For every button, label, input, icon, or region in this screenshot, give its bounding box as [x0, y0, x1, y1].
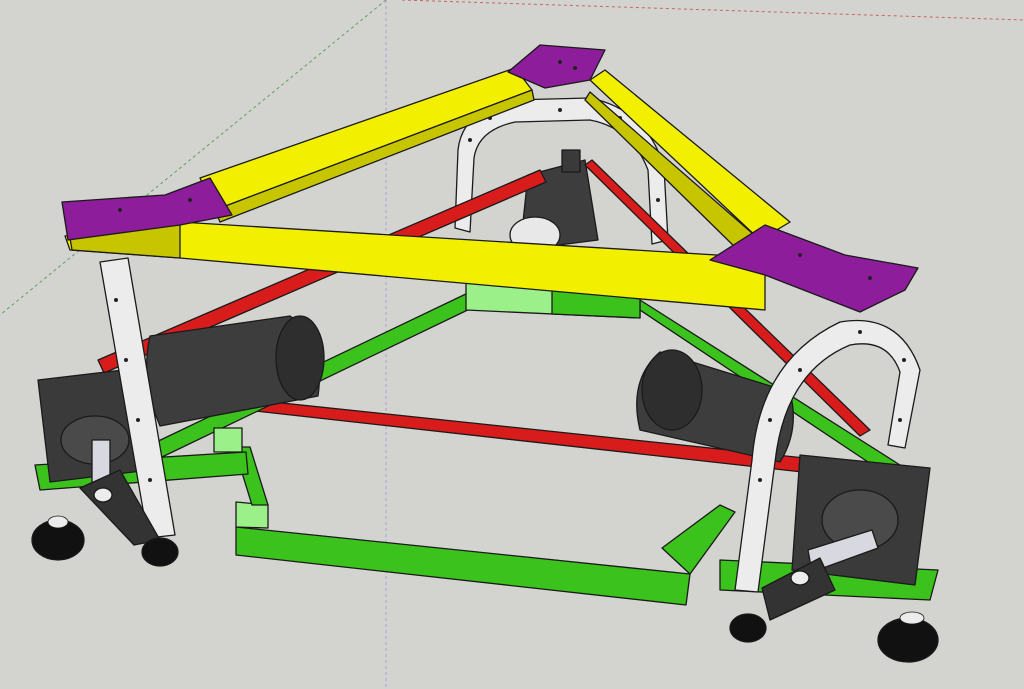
omni-wheel-right-rear	[877, 617, 939, 663]
robot-chassis-model[interactable]	[0, 0, 1024, 689]
omni-wheel-right-front	[729, 613, 767, 643]
top-rail-right	[589, 69, 791, 241]
base-front-bar	[235, 526, 691, 606]
top-triangle-frame[interactable]	[64, 67, 791, 311]
red-axis-line	[401, 0, 1024, 21]
sketchup-viewport[interactable]	[0, 0, 1024, 689]
base-front-bar-lip	[235, 501, 269, 529]
omni-wheel-left-rear	[141, 537, 179, 567]
right-omni-wheels[interactable]	[729, 611, 939, 663]
